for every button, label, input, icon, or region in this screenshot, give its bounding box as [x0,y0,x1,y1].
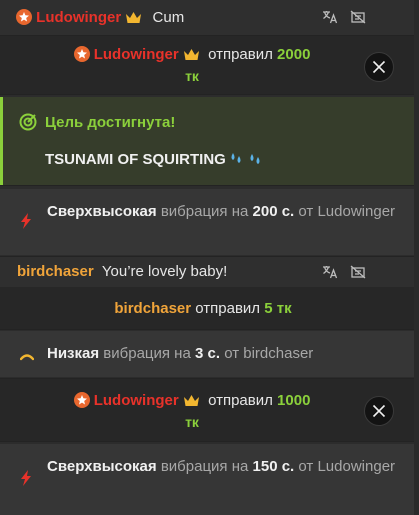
lightning-icon [20,470,32,490]
scrollbar[interactable] [414,0,419,515]
message-text: You’re lovely baby! [101,263,228,280]
chat-message: birdchaser You’re lovely baby! [0,257,414,287]
goal-target-icon [19,113,37,135]
translate-icon[interactable] [322,10,338,28]
translate-icon[interactable] [322,265,338,283]
tip-amount: 5 тк [264,300,292,317]
goal-title: Цель достигнута! [45,114,176,131]
username[interactable]: birdchaser [17,263,94,280]
tip-verb: отправил [195,300,261,317]
vibration-notice: Сверхвысокая вибрация на 150 с. от Ludow… [0,444,414,515]
vibe-user[interactable]: Ludowinger [317,203,395,220]
vibe-level: Сверхвысокая [47,203,157,220]
tip-amount: 2000 [277,46,311,63]
crown-icon [183,48,200,65]
username[interactable]: Ludowinger [94,392,179,409]
vibe-from: от [298,203,314,220]
tip-verb: отправил [208,392,273,409]
low-vibe-icon [19,349,35,366]
hide-icon[interactable] [350,10,366,28]
crown-icon [125,11,142,28]
tip-unit: тк [185,68,199,84]
vibe-user[interactable]: Ludowinger [317,458,395,475]
x-close-icon[interactable] [364,396,394,426]
vibe-duration: 3 с. [194,345,221,362]
hide-icon[interactable] [350,265,366,283]
chat-message: Ludowinger Cum [0,0,414,36]
vibe-level: Сверхвысокая [47,458,157,475]
vibration-notice: Сверхвысокая вибрация на 200 с. от Ludow… [0,189,414,255]
vibe-text: вибрация на [103,345,191,362]
goal-text: TSUNAMI OF SQUIRTING [45,151,226,168]
vibe-from: от [298,458,314,475]
tip-notice: birdchaser отправил 5 тк [0,287,414,329]
vibe-duration: 200 с. [252,203,295,220]
lightning-icon [20,213,32,233]
username[interactable]: Ludowinger [36,9,121,26]
goal-achieved: Цель достигнута! TSUNAMI OF SQUIRTING [0,97,414,185]
avatar [16,9,32,25]
vibe-level: Низкая [47,345,100,362]
username[interactable]: birdchaser [114,300,191,317]
tip-amount: 1000 [277,392,311,409]
vibe-user[interactable]: birdchaser [243,345,313,362]
vibe-duration: 150 с. [252,458,295,475]
avatar [73,46,90,62]
chat-feed: Ludowinger Cum Ludowinger отправил 2000 … [0,0,419,515]
crown-icon [183,394,200,411]
username[interactable]: Ludowinger [94,46,179,63]
vibration-notice: Низкая вибрация на 3 с. от birdchaser [0,331,414,377]
tip-notice: Ludowinger отправил 1000 тк [0,379,414,441]
x-close-icon[interactable] [364,52,394,82]
vibe-from: от [224,345,240,362]
tip-verb: отправил [208,46,273,63]
vibe-text: вибрация на [160,203,249,220]
avatar [73,392,90,408]
tip-unit: тк [185,414,199,430]
tip-notice: Ludowinger отправил 2000 тк [0,36,414,94]
water-drops-icon [230,153,266,171]
vibe-text: вибрация на [160,458,249,475]
message-text: Cum [152,9,185,26]
